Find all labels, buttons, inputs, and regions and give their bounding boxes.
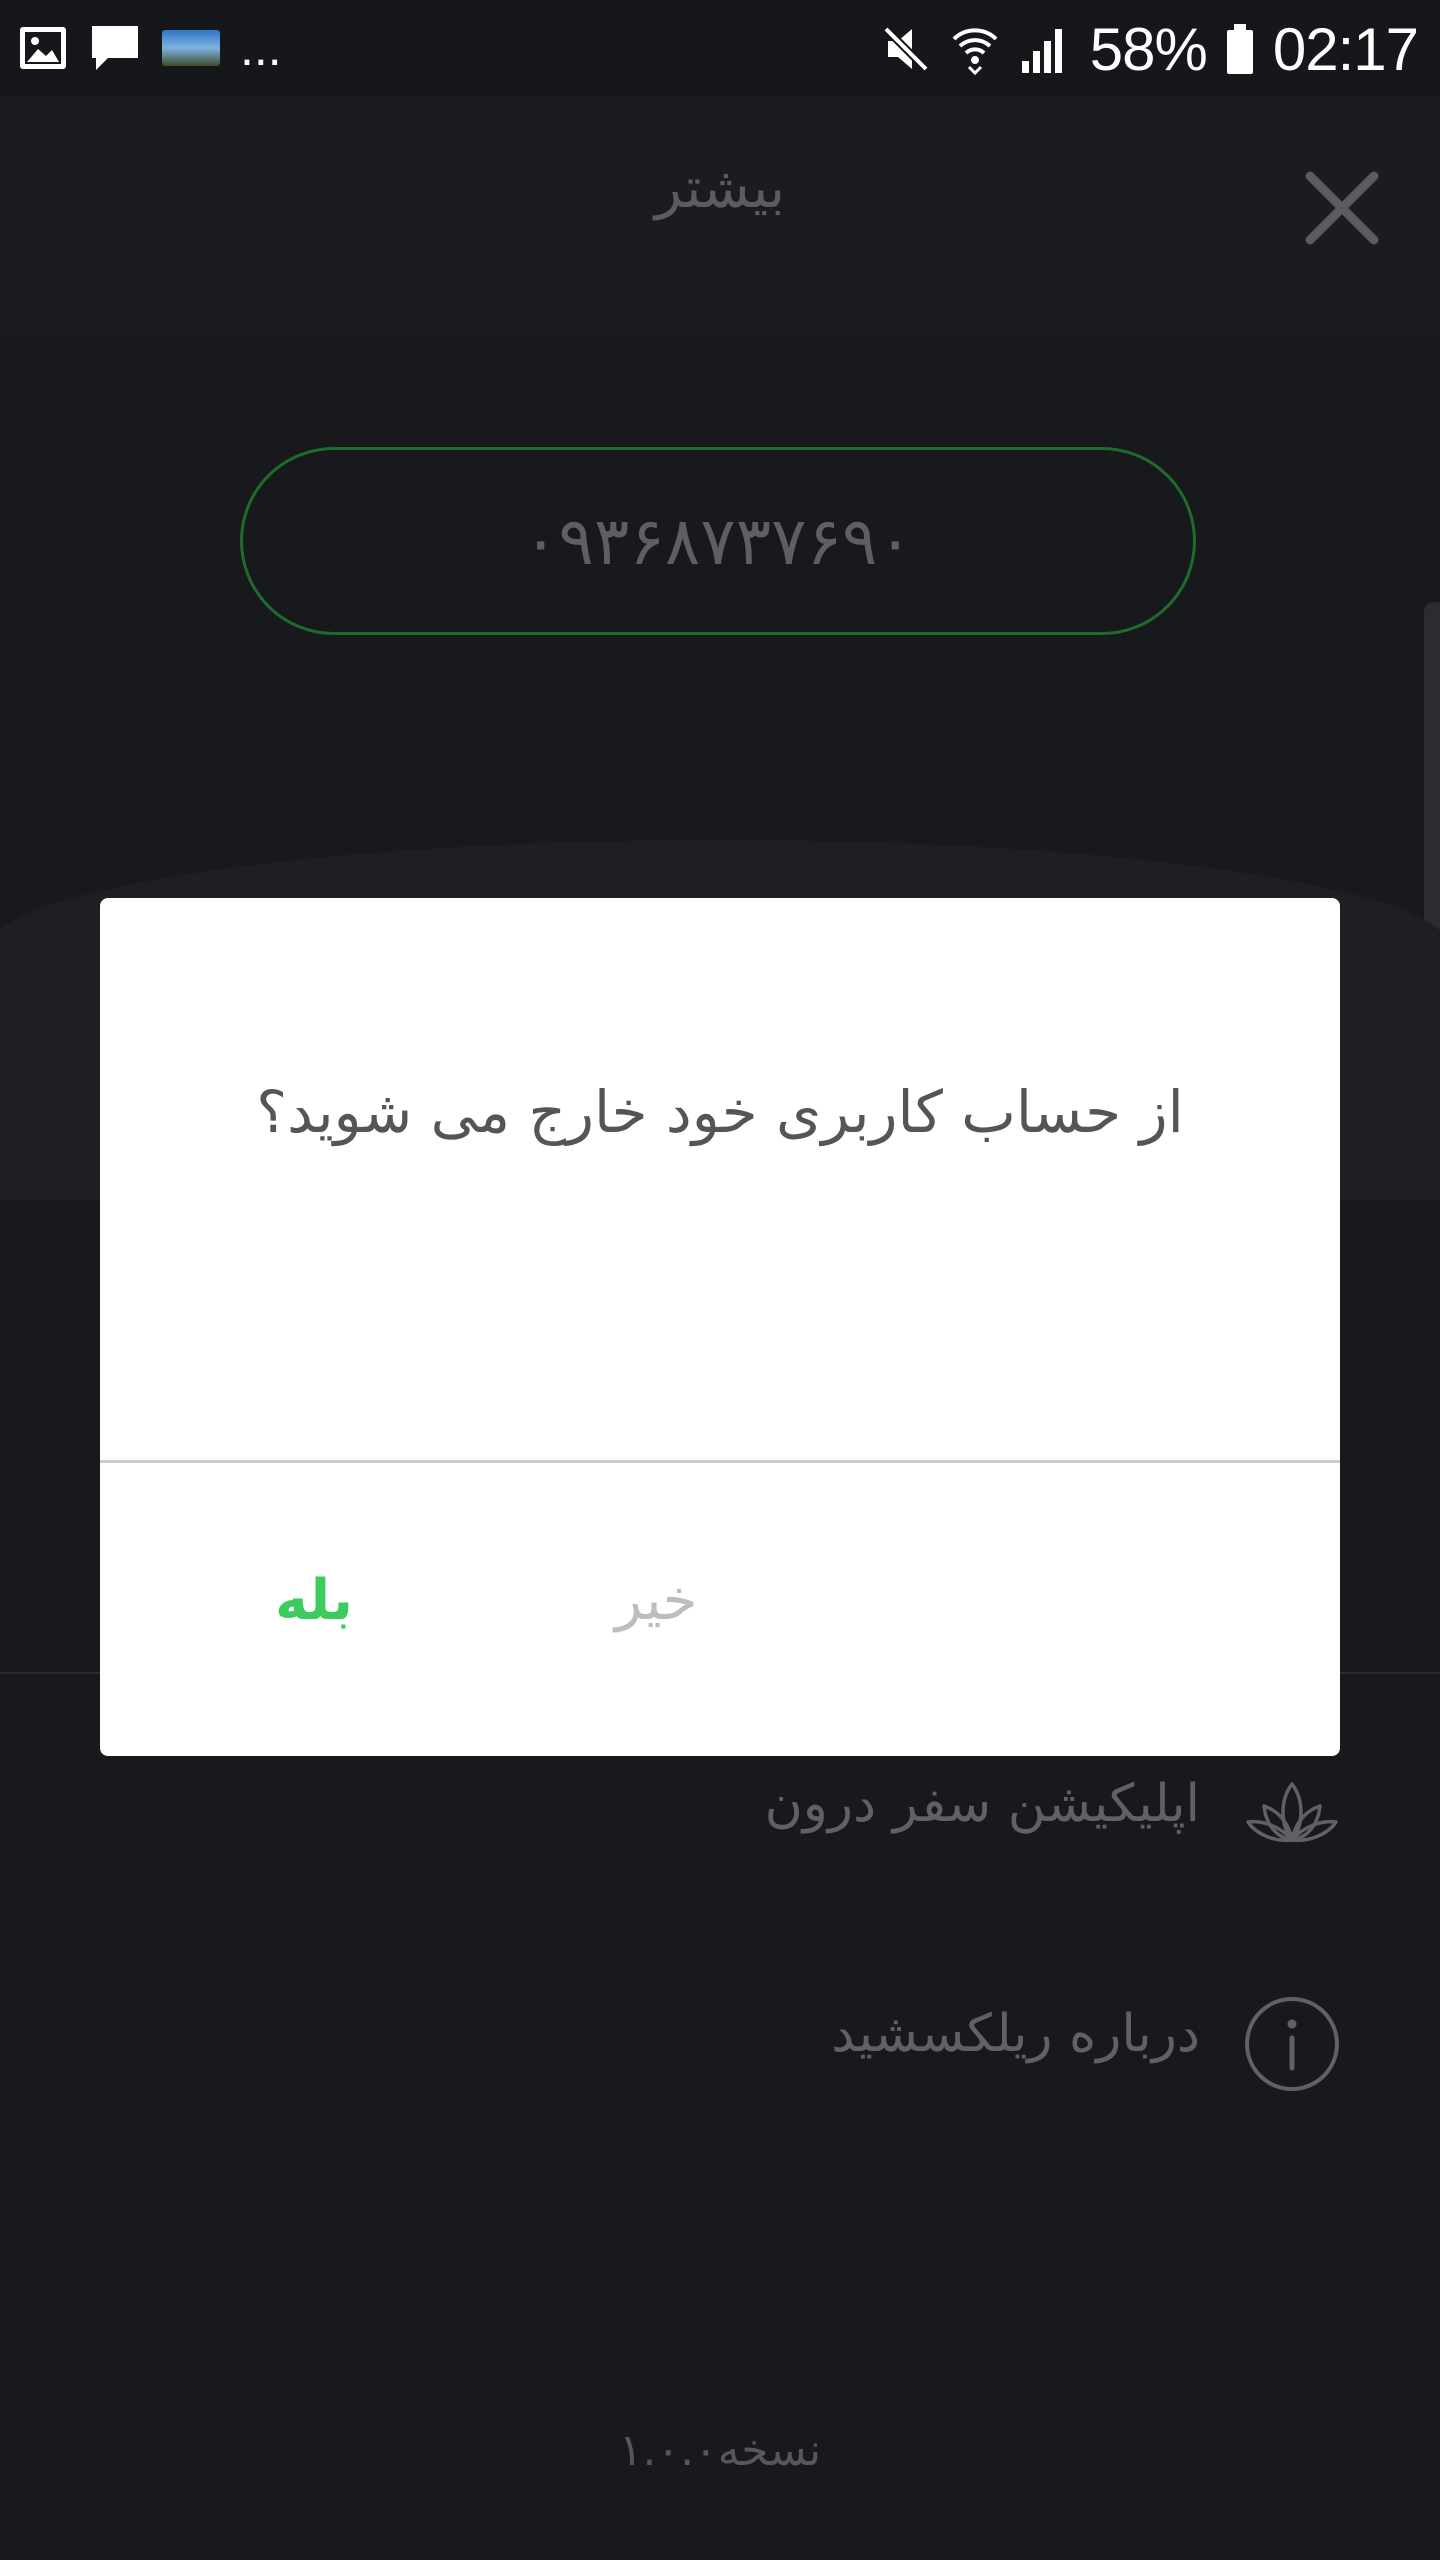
app-version: نسخه۱.۰.۰ bbox=[618, 2425, 822, 2476]
lotus-icon bbox=[1246, 1782, 1338, 1843]
menu-item-inner-journey-app[interactable]: اپلیکیشن سفر درون bbox=[0, 1738, 1440, 1878]
phone-number: ۰۹۳۶۸۷۳۷۶۹۰ bbox=[523, 502, 913, 580]
status-right: 58% 02:17 bbox=[880, 14, 1419, 84]
info-icon bbox=[1245, 1997, 1339, 2091]
phone-number-badge: ۰۹۳۶۸۷۳۷۶۹۰ bbox=[240, 447, 1196, 635]
mute-icon bbox=[882, 26, 929, 72]
message-icon bbox=[92, 26, 138, 70]
close-icon[interactable] bbox=[1300, 166, 1384, 250]
page-title: بیشتر bbox=[654, 156, 786, 221]
wifi-icon bbox=[952, 28, 998, 75]
dialog-message: از حساب کاربری خود خارج می شوید؟ bbox=[256, 1078, 1184, 1146]
menu-item-label: درباره ریلکسشید bbox=[831, 2004, 1200, 2064]
status-left: ... bbox=[18, 18, 282, 78]
battery-icon bbox=[1226, 24, 1253, 74]
app-header: بیشتر bbox=[0, 96, 1440, 336]
more-dots-icon: ... bbox=[240, 20, 282, 76]
menu-item-about[interactable]: درباره ریلکسشید bbox=[0, 1968, 1440, 2108]
signal-icon bbox=[1021, 29, 1062, 73]
confirm-yes-button[interactable]: بله bbox=[275, 1568, 353, 1633]
status-bar: ... 58% 02:17 bbox=[0, 0, 1440, 96]
battery-percent: 58% bbox=[1089, 15, 1208, 83]
menu-item-label: اپلیکیشن سفر درون bbox=[764, 1774, 1200, 1834]
clock: 02:17 bbox=[1272, 15, 1419, 83]
app-thumbnail-icon bbox=[162, 30, 220, 66]
screen: ... 58% 02:17 بیشتر ۰۹۳۶۸۷۳۷۶۹۰ اپلیکیشن… bbox=[0, 0, 1440, 2560]
cancel-no-button[interactable]: خیر bbox=[615, 1568, 697, 1633]
logout-dialog: از حساب کاربری خود خارج می شوید؟ بله خیر bbox=[100, 898, 1340, 1756]
dialog-separator bbox=[100, 1460, 1340, 1463]
gallery-icon bbox=[20, 27, 66, 69]
